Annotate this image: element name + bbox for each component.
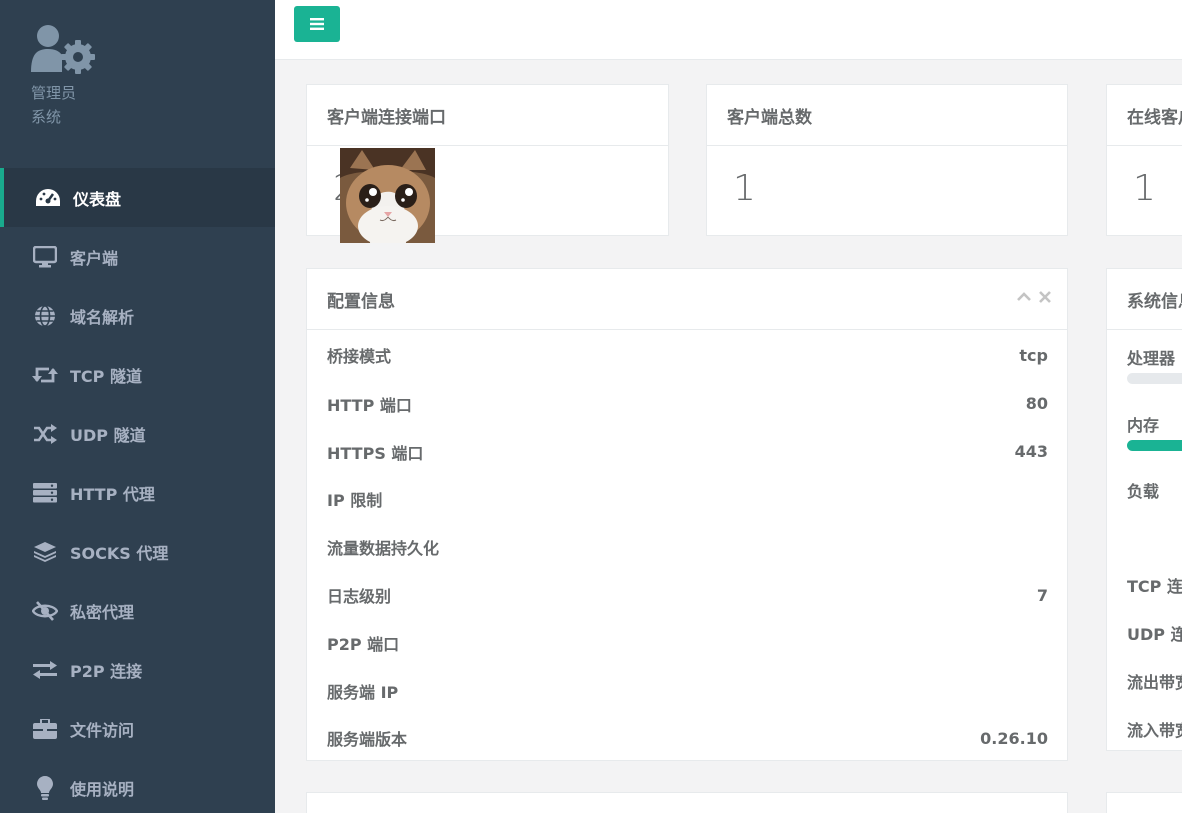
toggle-sidebar-button[interactable] xyxy=(294,6,340,42)
sidebar-item-dashboard[interactable]: 仪表盘 xyxy=(0,168,275,227)
briefcase-icon xyxy=(32,718,58,740)
card-title: 客户端总数 xyxy=(707,85,1067,146)
collapse-icon[interactable] xyxy=(1017,292,1031,302)
sidebar-item-label: 使用说明 xyxy=(70,779,135,799)
config-value: 0.26.10 xyxy=(980,728,1048,748)
config-row-https-port: HTTPS 端口 443 xyxy=(327,428,1048,476)
config-label: 服务端版本 xyxy=(327,730,408,750)
client-total-card: 客户端总数 1 xyxy=(706,84,1068,236)
system-panel: 系统信息 处理器 内存 负载 TCP 连接 UDP 连接 流出带宽 流入带宽 xyxy=(1106,268,1182,751)
dashboard-icon xyxy=(35,187,61,209)
card-value: 1 xyxy=(1133,168,1156,209)
exchange-icon xyxy=(32,659,58,681)
config-label: HTTP 端口 xyxy=(327,395,412,415)
card-value: 1 xyxy=(733,168,756,209)
config-row-log-level: 日志级别 7 xyxy=(327,571,1048,619)
config-row-server-version: 服务端版本 0.26.10 xyxy=(327,715,1048,760)
lightbulb-icon xyxy=(32,775,58,800)
globe-icon xyxy=(32,304,58,327)
config-label: HTTPS 端口 xyxy=(327,443,424,463)
sidebar-item-label: HTTP 代理 xyxy=(70,484,155,504)
config-label: P2P 端口 xyxy=(327,634,400,654)
memory-label: 内存 xyxy=(1127,416,1160,435)
sidebar-item-tcp[interactable]: TCP 隧道 xyxy=(0,345,275,404)
eye-slash-icon xyxy=(32,600,58,622)
sidebar-item-help[interactable]: 使用说明 xyxy=(0,758,275,813)
sidebar-item-p2p[interactable]: P2P 连接 xyxy=(0,640,275,699)
sidebar: 管理员 系统 仪表盘 客户端 域名解析 TCP 隧道 UDP 隧道 HTTP 代… xyxy=(0,0,275,813)
config-label: 桥接模式 xyxy=(327,347,392,366)
config-value: 80 xyxy=(1025,394,1048,414)
bottom-panel-left xyxy=(306,792,1068,813)
config-row-http-port: HTTP 端口 80 xyxy=(327,380,1048,428)
memory-progress-bar xyxy=(1127,440,1182,451)
config-row-flow-persist: 流量数据持久化 xyxy=(327,523,1048,571)
panel-tools xyxy=(1017,291,1051,303)
system-title: 系统信息 xyxy=(1107,269,1182,330)
server-icon xyxy=(32,482,58,504)
cpu-label: 处理器 xyxy=(1127,349,1176,368)
config-label: 日志级别 xyxy=(327,587,392,607)
close-icon[interactable] xyxy=(1039,291,1051,303)
retweet-icon xyxy=(32,364,58,386)
cpu-progress-bar xyxy=(1127,373,1182,384)
sidebar-item-label: SOCKS 代理 xyxy=(70,543,169,563)
udp-connections-label: UDP 连接 xyxy=(1127,625,1182,644)
config-label: IP 限制 xyxy=(327,491,383,511)
random-icon xyxy=(32,423,58,445)
config-label: 服务端 IP xyxy=(327,682,399,702)
sidebar-item-label: P2P 连接 xyxy=(70,661,143,681)
sidebar-item-label: 域名解析 xyxy=(70,307,135,327)
sidebar-item-files[interactable]: 文件访问 xyxy=(0,699,275,758)
config-title: 配置信息 xyxy=(307,269,1067,330)
profile: 管理员 系统 xyxy=(31,24,95,126)
top-navbar xyxy=(275,0,1182,60)
sidebar-item-label: TCP 隧道 xyxy=(70,366,142,386)
config-row-server-ip: 服务端 IP xyxy=(327,667,1048,715)
sidebar-item-label: 客户端 xyxy=(70,248,119,268)
sidebar-item-clients[interactable]: 客户端 xyxy=(0,227,275,286)
config-row-p2p-port: P2P 端口 xyxy=(327,619,1048,667)
config-row-ip-limit: IP 限制 xyxy=(327,476,1048,524)
sidebar-item-udp[interactable]: UDP 隧道 xyxy=(0,404,275,463)
memory-progress-fill xyxy=(1127,440,1182,451)
bars-icon xyxy=(310,18,324,30)
config-label: 流量数据持久化 xyxy=(327,539,440,559)
sidebar-item-socks[interactable]: SOCKS 代理 xyxy=(0,522,275,581)
config-value: 443 xyxy=(1014,442,1048,462)
config-title-text: 配置信息 xyxy=(327,291,395,312)
config-value: 7 xyxy=(1036,585,1048,605)
sidebar-item-http[interactable]: HTTP 代理 xyxy=(0,463,275,522)
inbound-bandwidth-label: 流入带宽 xyxy=(1127,721,1182,740)
config-row-bridge-mode: 桥接模式 tcp xyxy=(327,330,1048,380)
sidebar-item-domain[interactable]: 域名解析 xyxy=(0,286,275,345)
desktop-icon xyxy=(32,245,58,268)
bottom-panel-right xyxy=(1106,792,1182,813)
load-label: 负载 xyxy=(1127,482,1160,501)
card-title: 在线客户 xyxy=(1107,85,1182,146)
cat-photo xyxy=(340,148,435,243)
sidebar-item-private[interactable]: 私密代理 xyxy=(0,581,275,640)
profile-name[interactable]: 管理员 xyxy=(31,82,76,103)
sidebar-item-label: 私密代理 xyxy=(70,602,135,622)
profile-role: 系统 xyxy=(31,108,62,126)
sidebar-nav: 仪表盘 客户端 域名解析 TCP 隧道 UDP 隧道 HTTP 代理 SOCKS… xyxy=(0,168,275,813)
outbound-bandwidth-label: 流出带宽 xyxy=(1127,673,1182,692)
layers-icon xyxy=(32,541,58,563)
sidebar-item-label: 仪表盘 xyxy=(73,189,122,209)
online-clients-card: 在线客户 1 xyxy=(1106,84,1182,236)
config-value: tcp xyxy=(1019,345,1048,365)
sidebar-item-label: 文件访问 xyxy=(70,720,135,740)
sidebar-item-label: UDP 隧道 xyxy=(70,425,146,445)
user-cog-icon xyxy=(31,25,95,74)
config-list: 桥接模式 tcp HTTP 端口 80 HTTPS 端口 443 IP 限制 流量数据… xyxy=(307,330,1067,760)
tcp-connections-label: TCP 连接 xyxy=(1127,577,1182,596)
config-panel: 配置信息 桥接模式 tcp HTTP 端口 80 HTTPS 端口 443 IP 限制… xyxy=(306,268,1068,761)
card-title: 客户端连接端口 xyxy=(307,85,668,146)
